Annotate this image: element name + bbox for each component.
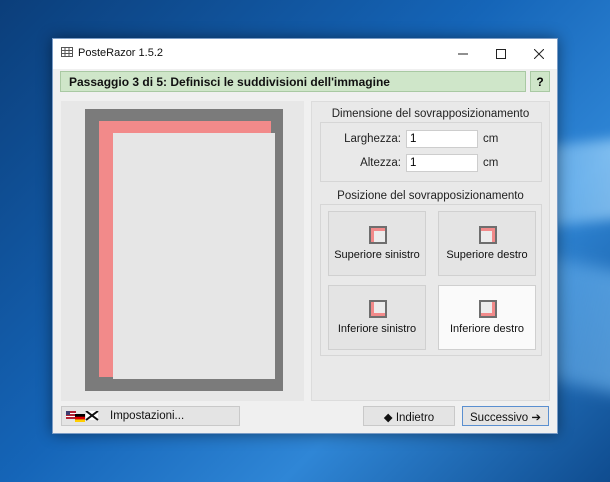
overlap-top-right-icon (479, 226, 497, 244)
position-bottom-right-label: Inferiore destro (450, 323, 524, 335)
minimize-button[interactable] (444, 39, 482, 69)
preview-paper-border (85, 109, 283, 391)
minimize-icon (458, 53, 468, 55)
settings-button[interactable]: Impostazioni... (61, 406, 240, 426)
preview-printable-area (113, 133, 275, 379)
overlap-bottom-left-icon (369, 300, 387, 318)
position-bottom-right-button[interactable]: Inferiore destro (438, 285, 536, 350)
width-unit: cm (483, 133, 499, 145)
position-top-left-button[interactable]: Superiore sinistro (328, 211, 426, 276)
preview-overlap-area (99, 121, 275, 379)
next-button[interactable]: Successivo ➔ (462, 406, 549, 426)
position-top-right-label: Superiore destro (446, 249, 528, 261)
overlap-size-title: Dimensione del sovrapposizionamento (331, 108, 530, 120)
position-bottom-left-button[interactable]: Inferiore sinistro (328, 285, 426, 350)
overlap-top-left-icon (369, 226, 387, 244)
step-title-bar: Passaggio 3 di 5: Definisci le suddivisi… (60, 71, 526, 92)
back-label: ◆ Indietro (383, 412, 435, 424)
next-label: Successivo ➔ (470, 412, 541, 424)
overlap-size-group: Larghezza: cm Altezza: cm (320, 122, 542, 182)
position-top-left-label: Superiore sinistro (334, 249, 420, 261)
close-button[interactable] (520, 39, 558, 69)
window-title: PosteRazor 1.5.2 (78, 47, 163, 59)
app-icon (61, 47, 73, 57)
overlap-position-title: Posizione del sovrapposizionamento (337, 190, 524, 202)
maximize-button[interactable] (482, 39, 520, 69)
maximize-icon (496, 49, 506, 59)
help-button[interactable]: ? (530, 71, 550, 92)
posterazor-window: PosteRazor 1.5.2 Passaggio 3 di 5: Defin… (52, 38, 558, 434)
back-button[interactable]: ◆ Indietro (363, 406, 455, 426)
position-top-right-button[interactable]: Superiore destro (438, 211, 536, 276)
settings-label: Impostazioni... (110, 410, 185, 422)
title-bar[interactable]: PosteRazor 1.5.2 (53, 39, 557, 69)
settings-panel: Dimensione del sovrapposizionamento Larg… (311, 101, 550, 401)
overlap-position-group: Superiore sinistro Superiore destro Infe… (320, 204, 542, 356)
poster-preview (61, 101, 304, 401)
overlap-bottom-right-icon (479, 300, 497, 318)
overlap-width-field[interactable] (406, 130, 478, 148)
height-unit: cm (483, 157, 499, 169)
overlap-height-field[interactable] (406, 154, 478, 172)
flags-icon (66, 411, 99, 422)
close-icon (534, 49, 544, 59)
width-label: Larghezza: (344, 133, 401, 145)
height-label: Altezza: (360, 157, 401, 169)
position-bottom-left-label: Inferiore sinistro (337, 323, 417, 335)
